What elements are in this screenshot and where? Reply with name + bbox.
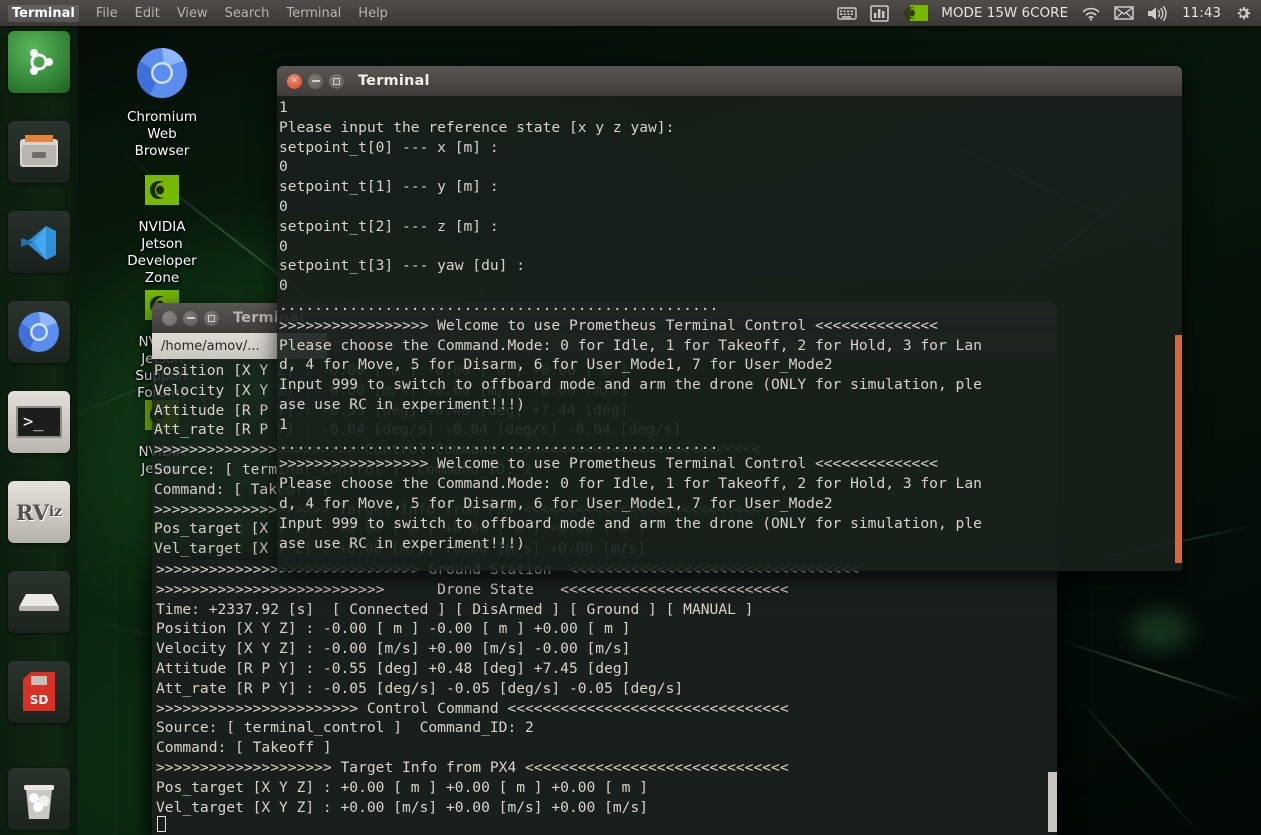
menu-edit[interactable]: Edit [135, 6, 160, 21]
gear-icon[interactable] [1234, 4, 1252, 22]
svg-text:SD: SD [30, 693, 49, 707]
ubuntu-logo-icon [30, 49, 53, 75]
minimize-icon[interactable] [308, 73, 323, 89]
system-monitor-icon[interactable] [870, 4, 890, 22]
terminal-window-bottom[interactable]: >>>>>>>>>>>>>>>>>>>>>>>>>>>>>> Ground St… [152, 560, 1057, 835]
chromium-icon [18, 311, 59, 352]
menu-help[interactable]: Help [358, 6, 388, 21]
terminal-window-front[interactable]: ✕ Terminal 1 Please input the reference … [277, 66, 1182, 571]
terminal-body-front[interactable]: 1 Please input the reference state [x y … [277, 96, 1182, 571]
menu-file[interactable]: File [96, 6, 118, 21]
close-icon[interactable]: ✕ [287, 73, 302, 89]
keyboard-indicator-icon[interactable] [837, 5, 857, 21]
file-manager-icon [20, 135, 58, 167]
maximize-icon[interactable] [204, 310, 219, 326]
desktop-icon-label: NVIDIA Jetson Developer Zone [127, 219, 197, 286]
desktop-icon-label: Chromium Web Browser [126, 109, 198, 159]
launcher-item-vscode[interactable] [8, 211, 70, 273]
trash-icon [24, 785, 54, 819]
disk-drive-icon [19, 594, 59, 611]
launcher-item-disk-drive[interactable] [8, 571, 70, 633]
nvidia-logo-icon[interactable] [902, 5, 929, 21]
window-titlebar-front[interactable]: ✕ Terminal [277, 66, 1182, 96]
desktop-icon-jetson-developer-zone[interactable]: NVIDIA Jetson Developer Zone [107, 175, 217, 287]
launcher-item-ubuntu-dash[interactable] [8, 31, 70, 93]
terminal-scrollbar-front[interactable] [1175, 335, 1182, 563]
terminal-output-front: 1 Please input the reference state [x y … [279, 99, 982, 552]
terminal-output-bottom: >>>>>>>>>>>>>>>>>>>>>>>>>>>>>> Ground St… [156, 561, 859, 816]
terminal-prompt-icon: >_ [16, 406, 62, 438]
menu-search[interactable]: Search [225, 6, 270, 21]
panel-app-name[interactable]: Terminal [8, 4, 79, 22]
launcher-item-rviz[interactable]: RV iz [8, 481, 70, 543]
rviz-logo-icon: RV iz [8, 481, 70, 543]
close-icon[interactable] [162, 310, 177, 326]
power-mode-label[interactable]: MODE 15W 6CORE [941, 5, 1068, 21]
nvidia-icon [107, 175, 217, 216]
launcher-item-terminal[interactable]: >_ [8, 391, 70, 453]
wifi-icon[interactable] [1081, 6, 1101, 21]
launcher-item-chromium[interactable] [8, 301, 70, 363]
terminal-body-bottom[interactable]: >>>>>>>>>>>>>>>>>>>>>>>>>>>>>> Ground St… [152, 560, 1057, 835]
window-title-front: Terminal [358, 73, 430, 89]
top-panel: Terminal File Edit View Search Terminal … [0, 0, 1261, 26]
sd-card-icon: SD [23, 672, 55, 711]
chromium-icon [107, 45, 217, 106]
menu-view[interactable]: View [177, 6, 208, 21]
terminal-cursor-bottom [157, 816, 166, 832]
launcher-item-sd-card[interactable]: SD [8, 661, 70, 723]
volume-icon[interactable] [1147, 5, 1169, 21]
terminal-scrollbar-bottom[interactable] [1048, 772, 1057, 832]
clock-label[interactable]: 11:43 [1182, 5, 1221, 21]
launcher-item-files[interactable] [8, 121, 70, 183]
mail-icon[interactable] [1114, 6, 1134, 20]
minimize-icon[interactable] [183, 310, 198, 326]
desktop-icon-chromium[interactable]: Chromium Web Browser [107, 45, 217, 160]
menu-terminal[interactable]: Terminal [286, 6, 341, 21]
maximize-icon[interactable] [329, 73, 344, 89]
vscode-icon [21, 226, 56, 260]
launcher-item-trash[interactable] [8, 768, 70, 830]
unity-launcher: >_ RV iz SD [0, 26, 78, 835]
terminal-tab-label: /home/amov/... [161, 338, 260, 354]
